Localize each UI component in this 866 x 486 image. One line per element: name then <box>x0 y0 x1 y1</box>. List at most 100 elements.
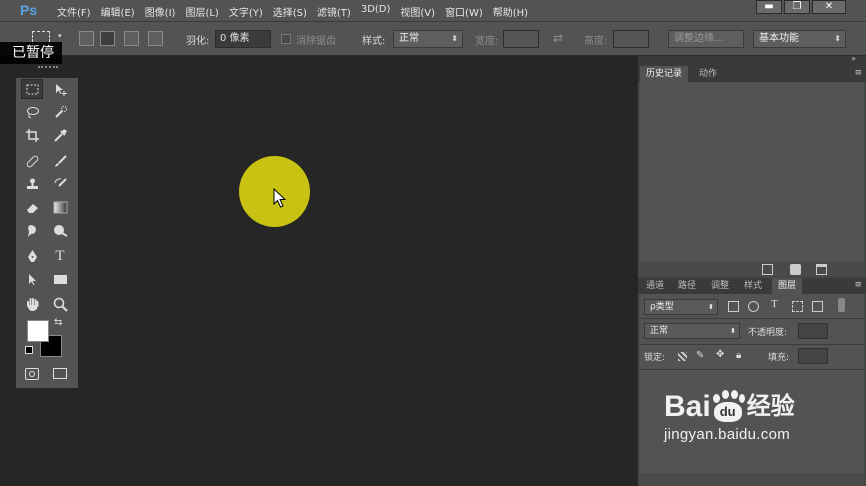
document-canvas-area[interactable] <box>80 56 638 486</box>
history-brush-icon <box>54 177 67 187</box>
move-tool[interactable] <box>49 79 71 99</box>
filter-pixel-icon[interactable] <box>728 301 739 312</box>
feather-input[interactable]: 0 像素 <box>215 30 271 48</box>
baidu-jingyan-watermark: Bai du 经验 jingyan.baidu.com <box>664 390 795 443</box>
updown-arrow-icon: ⬍ <box>708 303 714 311</box>
fill-input[interactable] <box>798 348 828 364</box>
lock-move-icon[interactable]: ✥ <box>716 349 724 360</box>
close-button[interactable]: ✕ <box>812 0 846 14</box>
collapse-chevron-icon[interactable]: » <box>851 54 856 63</box>
rectangle-shape-tool[interactable] <box>49 269 71 289</box>
baidu-paw-icon: du <box>711 390 745 422</box>
pen-tool[interactable] <box>21 246 43 266</box>
antialias-checkbox[interactable] <box>281 34 291 44</box>
minimize-button[interactable]: ▬ <box>756 0 782 14</box>
type-tool[interactable]: T <box>49 246 71 266</box>
crop-icon <box>25 128 39 142</box>
filter-adjustment-icon[interactable] <box>748 301 759 312</box>
opacity-input[interactable] <box>798 323 828 339</box>
blur-tool[interactable] <box>21 220 43 240</box>
updown-arrow-icon: ⬍ <box>834 34 841 43</box>
tab-styles[interactable]: 样式 <box>738 278 768 294</box>
swap-dimensions-icon[interactable]: ⇄ <box>553 31 563 45</box>
default-colors-icon[interactable] <box>25 346 33 354</box>
options-bar: ▾ 羽化: 0 像素 消除锯齿 样式: 正常 ⬍ 宽度: ⇄ 高度: 调整边缘..… <box>0 22 866 56</box>
menu-file[interactable]: 文件(F) <box>52 4 96 19</box>
lock-all-icon[interactable]: 🔒︎ <box>736 350 741 361</box>
panel-menu-icon[interactable]: ≡ <box>854 68 862 78</box>
tab-channels[interactable]: 通道 <box>640 278 670 294</box>
tab-actions[interactable]: 动作 <box>693 66 723 82</box>
lock-transparent-icon[interactable] <box>678 352 687 361</box>
clone-stamp-tool[interactable] <box>21 174 43 194</box>
tab-layers[interactable]: 图层 <box>772 278 803 294</box>
gradient-tool[interactable] <box>49 197 71 217</box>
refine-edge-button[interactable]: 调整边缘... <box>668 30 744 48</box>
menu-edit[interactable]: 编辑(E) <box>96 4 140 19</box>
subtract-selection-icon[interactable] <box>124 31 139 46</box>
dodge-tool[interactable] <box>49 220 71 240</box>
hand-tool[interactable] <box>21 294 43 314</box>
width-input[interactable] <box>503 30 539 48</box>
new-selection-icon[interactable] <box>79 31 94 46</box>
menu-image[interactable]: 图像(I) <box>140 4 181 19</box>
paused-overlay: 已暂停 <box>0 42 62 64</box>
filter-toggle[interactable] <box>838 298 845 312</box>
filter-type-icon[interactable]: T <box>771 298 778 310</box>
style-select[interactable]: 正常 ⬍ <box>393 30 463 48</box>
layers-panel-body: ρ类型 ⬍ T 正常 ⬍ 不透明度: 锁定: ✎ ✥ 🔒︎ 填充: <box>640 294 864 484</box>
add-selection-icon[interactable] <box>100 31 115 46</box>
intersect-selection-icon[interactable] <box>148 31 163 46</box>
menu-filter[interactable]: 滤镜(T) <box>312 4 356 19</box>
lasso-tool[interactable] <box>21 102 43 122</box>
tab-paths[interactable]: 路径 <box>672 278 702 294</box>
blend-mode-value: 正常 <box>650 326 669 336</box>
layers-menu-icon[interactable]: ≡ <box>854 280 862 290</box>
quick-selection-tool[interactable] <box>49 102 71 122</box>
brush-tool[interactable] <box>49 151 71 171</box>
bandage-icon <box>26 155 38 167</box>
menu-select[interactable]: 选择(S) <box>268 4 312 19</box>
rectangular-marquee-tool[interactable] <box>21 79 43 99</box>
updown-arrow-icon: ⬍ <box>730 327 736 335</box>
layers-footer <box>640 473 864 486</box>
history-brush-tool[interactable] <box>49 174 71 194</box>
layer-filter-select[interactable]: ρ类型 ⬍ <box>644 299 718 315</box>
height-input[interactable] <box>613 30 649 48</box>
gradient-icon <box>53 201 67 213</box>
workspace-select[interactable]: 基本功能 ⬍ <box>753 30 846 48</box>
maximize-button[interactable]: ❐ <box>784 0 810 14</box>
toolbox-grip[interactable] <box>38 66 58 71</box>
blend-mode-select[interactable]: 正常 ⬍ <box>644 323 740 339</box>
crop-tool[interactable] <box>21 125 43 145</box>
filter-smart-object-icon[interactable] <box>812 301 823 312</box>
menu-layer[interactable]: 图层(L) <box>180 4 223 19</box>
panel-collapse-bar[interactable]: » <box>638 54 866 66</box>
menu-help[interactable]: 帮助(H) <box>488 4 533 19</box>
quick-mask-icon[interactable] <box>25 368 39 380</box>
eyedropper-tool[interactable] <box>49 125 71 145</box>
watermark-brand: Bai <box>664 390 711 423</box>
eraser-tool[interactable] <box>21 197 43 217</box>
tab-history[interactable]: 历史记录 <box>640 66 689 82</box>
zoom-tool[interactable] <box>49 294 71 314</box>
trash-icon[interactable] <box>816 264 827 275</box>
lock-brush-icon[interactable]: ✎ <box>696 350 704 361</box>
healing-brush-tool[interactable] <box>21 151 43 171</box>
foreground-color-swatch[interactable] <box>27 320 49 342</box>
new-document-from-state-icon[interactable] <box>762 264 773 275</box>
camera-icon[interactable] <box>790 264 801 275</box>
path-selection-tool[interactable] <box>21 269 43 289</box>
menu-window[interactable]: 窗口(W) <box>440 4 488 19</box>
watermark-url: jingyan.baidu.com <box>664 426 791 443</box>
screen-mode-icon[interactable] <box>53 368 67 379</box>
menu-view[interactable]: 视图(V) <box>395 4 440 19</box>
tab-adjustments[interactable]: 调整 <box>705 278 735 294</box>
swap-colors-icon[interactable]: ⇆ <box>54 317 62 328</box>
preset-chevron-icon[interactable]: ▾ <box>58 32 62 40</box>
menu-3d[interactable]: 3D(D) <box>356 4 396 19</box>
filter-shape-icon[interactable] <box>792 301 803 312</box>
menu-type[interactable]: 文字(Y) <box>224 4 268 19</box>
left-edge-strip <box>0 56 16 486</box>
menu-bar: Ps 文件(F) 编辑(E) 图像(I) 图层(L) 文字(Y) 选择(S) 滤… <box>0 0 866 22</box>
